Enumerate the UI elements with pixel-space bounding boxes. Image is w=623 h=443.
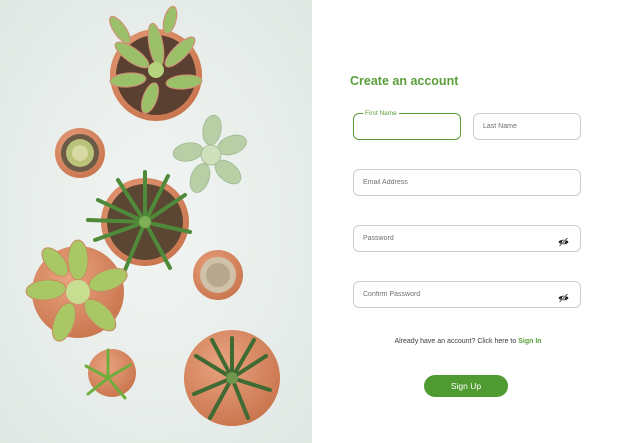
password-field[interactable] — [353, 225, 581, 252]
password-input[interactable] — [354, 226, 580, 251]
plant-haworthia — [184, 330, 280, 426]
eye-slash-icon[interactable] — [558, 290, 569, 303]
first-name-label: First Name — [363, 109, 399, 118]
signup-button[interactable]: Sign Up — [424, 375, 508, 397]
confirm-password-input[interactable] — [354, 282, 580, 307]
email-field[interactable] — [353, 169, 581, 196]
last-name-field[interactable] — [473, 113, 581, 140]
signin-prompt: Already have an account? Click here to S… — [350, 338, 586, 345]
hero-image-succulents — [0, 0, 312, 443]
succulent-illustration — [0, 0, 312, 443]
plant-round-cactus — [193, 250, 243, 300]
signin-link[interactable]: Sign In — [518, 338, 541, 345]
signup-panel: Create an account First Name Last Name E… — [312, 0, 623, 443]
signin-prompt-text: Already have an account? Click here to — [394, 338, 517, 345]
confirm-password-field[interactable] — [353, 281, 581, 308]
form-title: Create an account — [350, 74, 459, 88]
last-name-input[interactable] — [474, 114, 580, 139]
first-name-field[interactable]: First Name — [353, 109, 461, 140]
eye-slash-icon[interactable] — [558, 234, 569, 247]
email-input[interactable] — [354, 170, 580, 195]
plant-small-cactus — [55, 128, 105, 178]
